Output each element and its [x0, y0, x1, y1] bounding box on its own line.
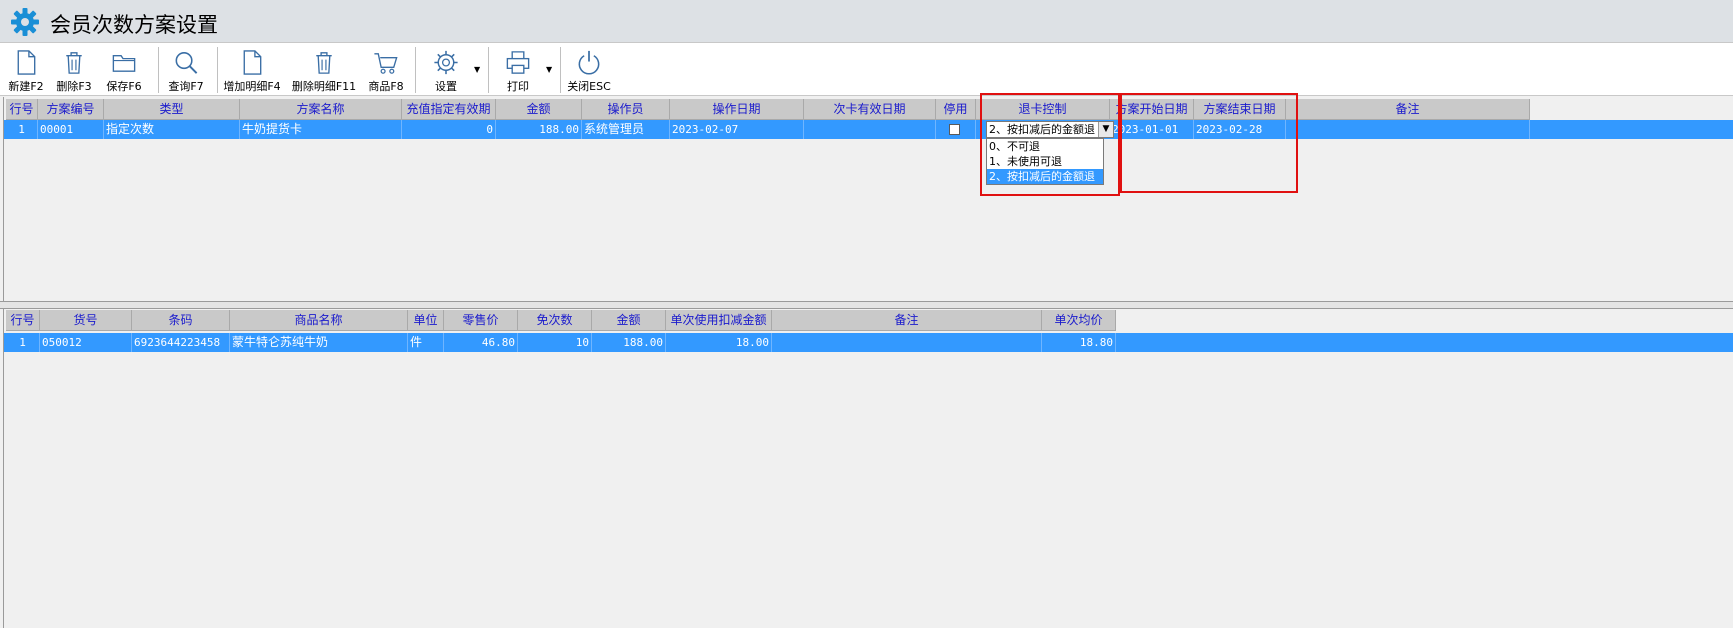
- trash-icon: [66, 52, 82, 74]
- highlight-box-refund: [980, 93, 1120, 196]
- col-header-deduct-per-use[interactable]: 单次使用扣减金额: [666, 310, 772, 331]
- cell-barcode[interactable]: 6923644223458: [132, 333, 230, 352]
- window-title: 会员次数方案设置: [50, 13, 218, 37]
- printer-icon: [506, 51, 530, 74]
- col-header-free-times[interactable]: 免次数: [518, 310, 592, 331]
- print-dropdown-arrow[interactable]: ▼: [546, 65, 556, 75]
- cell-card-valid-date[interactable]: [804, 120, 936, 139]
- toolbar-separator: [560, 47, 561, 93]
- query-button[interactable]: 查询F7: [167, 46, 205, 94]
- cell-item-no[interactable]: 050012: [40, 333, 132, 352]
- cell-unit[interactable]: 件: [408, 333, 444, 352]
- col-header-plan-name[interactable]: 方案名称: [240, 99, 402, 120]
- search-icon: [175, 52, 198, 74]
- col-header-card-valid-date[interactable]: 次卡有效日期: [804, 99, 936, 120]
- cell-recharge-validity[interactable]: 0: [402, 120, 496, 139]
- col-header-recharge-validity[interactable]: 充值指定有效期: [402, 99, 496, 120]
- close-button-label: 关闭ESC: [567, 80, 611, 93]
- toolbar: 新建F2 删除F3 保存F6 查询F7 增加明细F4 删除明细F11 商品F8 …: [0, 43, 1733, 96]
- col-header-op-date[interactable]: 操作日期: [670, 99, 804, 120]
- title-bar: 会员次数方案设置: [0, 0, 1733, 43]
- cell-note[interactable]: [1286, 120, 1530, 139]
- cell-op-date[interactable]: 2023-02-07: [670, 120, 804, 139]
- new-document-icon: [17, 50, 36, 75]
- toolbar-separator: [488, 47, 489, 93]
- col-header-barcode[interactable]: 条码: [132, 310, 230, 331]
- add-detail-button-label: 增加明细F4: [223, 80, 281, 93]
- print-button-label: 打印: [507, 80, 529, 93]
- new-document-icon: [243, 50, 262, 75]
- pane-splitter[interactable]: [0, 301, 1733, 309]
- settings-button[interactable]: 设置: [428, 46, 464, 94]
- cell-retail-price[interactable]: 46.80: [444, 333, 518, 352]
- col-header-row-no[interactable]: 行号: [6, 310, 40, 331]
- save-button[interactable]: 保存F6: [106, 46, 142, 94]
- col-header-operator[interactable]: 操作员: [582, 99, 670, 120]
- settings-dropdown-arrow[interactable]: ▼: [474, 65, 484, 75]
- col-header-note[interactable]: 备注: [1286, 99, 1530, 120]
- col-header-item-no[interactable]: 货号: [40, 310, 132, 331]
- add-detail-button[interactable]: 增加明细F4: [223, 46, 281, 94]
- delete-button-label: 删除F3: [56, 80, 92, 93]
- col-header-row-no[interactable]: 行号: [6, 99, 38, 120]
- col-header-product-name[interactable]: 商品名称: [230, 310, 408, 331]
- close-button[interactable]: 关闭ESC: [566, 46, 612, 94]
- power-icon: [578, 50, 600, 75]
- delete-detail-button[interactable]: 删除明细F11: [291, 46, 357, 94]
- col-header-plan-no[interactable]: 方案编号: [38, 99, 104, 120]
- save-button-label: 保存F6: [106, 80, 142, 93]
- gear-icon: [11, 8, 39, 36]
- col-header-unit[interactable]: 单位: [408, 310, 444, 331]
- delete-detail-button-label: 删除明细F11: [291, 80, 357, 93]
- highlight-box-dates: [1120, 93, 1298, 193]
- col-header-avg-price[interactable]: 单次均价: [1042, 310, 1116, 331]
- col-header-type[interactable]: 类型: [104, 99, 240, 120]
- new-button-label: 新建F2: [8, 80, 44, 93]
- cart-icon: [374, 53, 398, 74]
- col-header-disabled[interactable]: 停用: [936, 99, 976, 120]
- folder-icon: [112, 55, 136, 72]
- toolbar-separator: [415, 47, 416, 93]
- cell-operator[interactable]: 系统管理员: [582, 120, 670, 139]
- cell-plan-no[interactable]: 00001: [38, 120, 104, 139]
- col-header-note[interactable]: 备注: [772, 310, 1042, 331]
- product-button[interactable]: 商品F8: [367, 46, 405, 94]
- cell-amount[interactable]: 188.00: [496, 120, 582, 139]
- trash-icon: [316, 52, 332, 74]
- new-button[interactable]: 新建F2: [8, 46, 44, 94]
- col-header-amount[interactable]: 金额: [496, 99, 582, 120]
- cell-row-no: 1: [6, 120, 38, 139]
- cell-disabled[interactable]: [936, 120, 976, 139]
- col-header-retail-price[interactable]: 零售价: [444, 310, 518, 331]
- cell-plan-name[interactable]: 牛奶提货卡: [240, 120, 402, 139]
- disabled-checkbox[interactable]: [949, 124, 960, 135]
- toolbar-separator: [158, 47, 159, 93]
- gear-icon: [434, 50, 458, 75]
- cell-deduct-per-use[interactable]: 18.00: [666, 333, 772, 352]
- cell-type[interactable]: 指定次数: [104, 120, 240, 139]
- plan-grid: 行号 方案编号 类型 方案名称 充值指定有效期 金额 操作员 操作日期 次卡有效…: [3, 93, 1733, 301]
- cell-product-name[interactable]: 蒙牛特仑苏纯牛奶: [230, 333, 408, 352]
- product-button-label: 商品F8: [368, 80, 404, 93]
- col-header-amount[interactable]: 金额: [592, 310, 666, 331]
- detail-grid: 行号 货号 条码 商品名称 单位 零售价 免次数 金额 单次使用扣减金额 备注 …: [3, 309, 1733, 628]
- cell-avg-price[interactable]: 18.80: [1042, 333, 1116, 352]
- cell-row-no: 1: [6, 333, 40, 352]
- settings-button-label: 设置: [435, 80, 457, 93]
- cell-note[interactable]: [772, 333, 1042, 352]
- print-button[interactable]: 打印: [500, 46, 536, 94]
- cell-amount[interactable]: 188.00: [592, 333, 666, 352]
- delete-button[interactable]: 删除F3: [56, 46, 92, 94]
- toolbar-separator: [217, 47, 218, 93]
- query-button-label: 查询F7: [168, 80, 204, 93]
- cell-free-times[interactable]: 10: [518, 333, 592, 352]
